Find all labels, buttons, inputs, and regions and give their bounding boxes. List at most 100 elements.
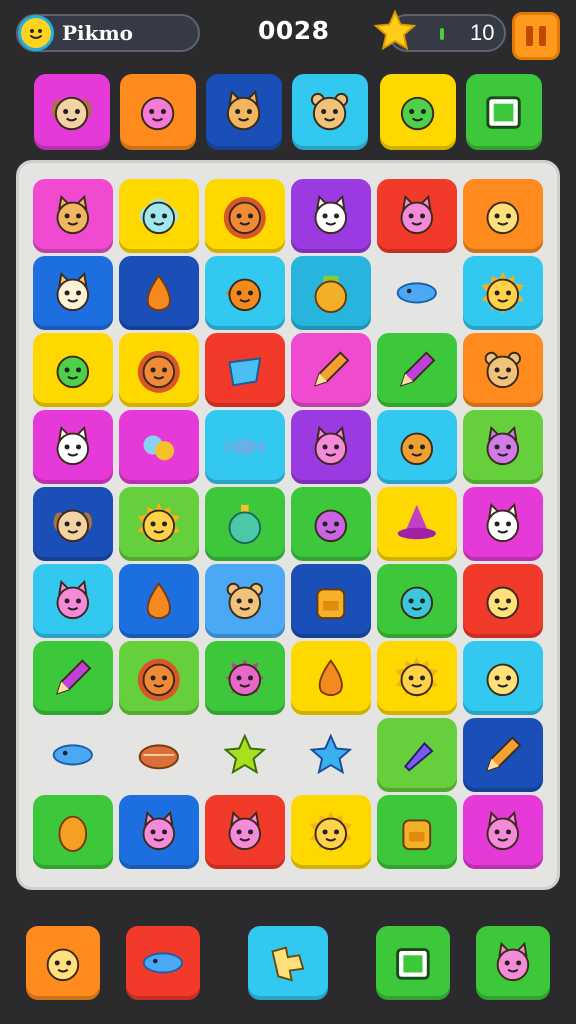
board-tile[interactable]: [291, 487, 371, 561]
board-tile[interactable]: [463, 410, 543, 484]
board-tile[interactable]: [463, 718, 543, 792]
board-tile[interactable]: [119, 487, 199, 561]
board-tile[interactable]: [205, 410, 285, 484]
pink-cat-icon: [228, 810, 262, 851]
top-tray-tile[interactable]: [292, 74, 368, 150]
blue-fish-icon: [52, 744, 94, 766]
board-tile[interactable]: [463, 333, 543, 407]
bottom-tray-tile[interactable]: [26, 926, 100, 1000]
board-tile[interactable]: [205, 795, 285, 869]
board-tile[interactable]: [377, 718, 457, 792]
board-tile[interactable]: [119, 179, 199, 253]
board-tile[interactable]: [291, 795, 371, 869]
board-tile[interactable]: [33, 718, 113, 792]
purple-pencil-icon: [56, 659, 92, 695]
green-slime-icon: [56, 355, 90, 389]
board-tile[interactable]: [291, 333, 371, 407]
board-tile[interactable]: [205, 487, 285, 561]
lion-face-icon: [137, 658, 181, 701]
green-slime-icon: [401, 97, 435, 131]
board-tile[interactable]: [119, 718, 199, 792]
blue-fish-icon: [142, 952, 184, 974]
board-tile[interactable]: [119, 564, 199, 638]
board-tile[interactable]: [119, 256, 199, 330]
board-tile[interactable]: [119, 410, 199, 484]
pencil-icon: [314, 351, 350, 387]
top-tray-tile[interactable]: [120, 74, 196, 150]
bear-face-icon: [226, 582, 264, 620]
white-cat-icon: [314, 194, 348, 235]
board-tile[interactable]: [119, 333, 199, 407]
purple-blob-icon: [314, 509, 348, 543]
board-tile[interactable]: [463, 641, 543, 715]
board-tile[interactable]: [377, 179, 457, 253]
pause-button[interactable]: [512, 12, 560, 60]
top-tray-tile[interactable]: [466, 74, 542, 150]
chick-face-icon: [486, 586, 520, 620]
board-tile[interactable]: [291, 256, 371, 330]
lion-face-icon: [137, 350, 181, 393]
star-count: 10: [470, 20, 495, 45]
pink-cat-icon: [142, 810, 176, 851]
blue-star-icon: [309, 733, 353, 775]
board-tile[interactable]: [205, 256, 285, 330]
board-tile[interactable]: [33, 564, 113, 638]
bottom-tray-tile[interactable]: [248, 926, 328, 1000]
orange-drop-icon: [146, 274, 172, 312]
top-tray-tile[interactable]: [34, 74, 110, 150]
board-tile[interactable]: [463, 179, 543, 253]
backpack-icon: [402, 819, 432, 851]
fox-face-icon: [56, 271, 90, 312]
board-tile[interactable]: [33, 333, 113, 407]
board-tile[interactable]: [205, 564, 285, 638]
board-tile[interactable]: [377, 410, 457, 484]
board-tile[interactable]: [377, 487, 457, 561]
board-tile[interactable]: [33, 641, 113, 715]
pink-spiky-icon: [225, 658, 265, 698]
board-tile[interactable]: [291, 641, 371, 715]
board-tile[interactable]: [119, 795, 199, 869]
board-tile[interactable]: [377, 564, 457, 638]
board-tile[interactable]: [377, 333, 457, 407]
board-tile[interactable]: [33, 487, 113, 561]
bottom-tray-tile[interactable]: [376, 926, 450, 1000]
chick-face-icon: [486, 663, 520, 697]
orange-drop-icon: [318, 659, 344, 697]
board-tile[interactable]: [33, 256, 113, 330]
board-tile[interactable]: [291, 179, 371, 253]
board-tile[interactable]: [33, 410, 113, 484]
bottom-tray-tile[interactable]: [126, 926, 200, 1000]
bottom-tray-tile[interactable]: [476, 926, 550, 1000]
board-tile[interactable]: [463, 795, 543, 869]
top-tray-tile[interactable]: [206, 74, 282, 150]
smiley-face-icon[interactable]: [18, 15, 54, 51]
board-tile[interactable]: [205, 641, 285, 715]
dog-face-icon: [52, 97, 92, 131]
board-tile[interactable]: [291, 410, 371, 484]
board-tile[interactable]: [205, 179, 285, 253]
score-display: 0028: [258, 16, 330, 45]
pencil-icon: [486, 736, 522, 772]
board-tile[interactable]: [33, 795, 113, 869]
dog-face-icon: [53, 509, 93, 543]
board-tile[interactable]: [291, 564, 371, 638]
top-tray-tile[interactable]: [380, 74, 456, 150]
pie-icon: [138, 744, 180, 770]
pause-icon: [526, 26, 533, 46]
board-tile[interactable]: [377, 641, 457, 715]
lion-face-icon: [223, 196, 267, 239]
board-tile[interactable]: [205, 718, 285, 792]
orange-fish-icon: [225, 278, 262, 312]
cat-face-icon: [227, 90, 261, 131]
player-panel[interactable]: Pikmo: [16, 14, 200, 52]
board-tile[interactable]: [377, 256, 457, 330]
board-tile[interactable]: [377, 795, 457, 869]
board-tile[interactable]: [463, 487, 543, 561]
board-tile[interactable]: [33, 179, 113, 253]
board-tile[interactable]: [463, 564, 543, 638]
pink-cat-icon: [314, 425, 348, 466]
board-tile[interactable]: [463, 256, 543, 330]
board-tile[interactable]: [205, 333, 285, 407]
board-tile[interactable]: [119, 641, 199, 715]
board-tile[interactable]: [291, 718, 371, 792]
